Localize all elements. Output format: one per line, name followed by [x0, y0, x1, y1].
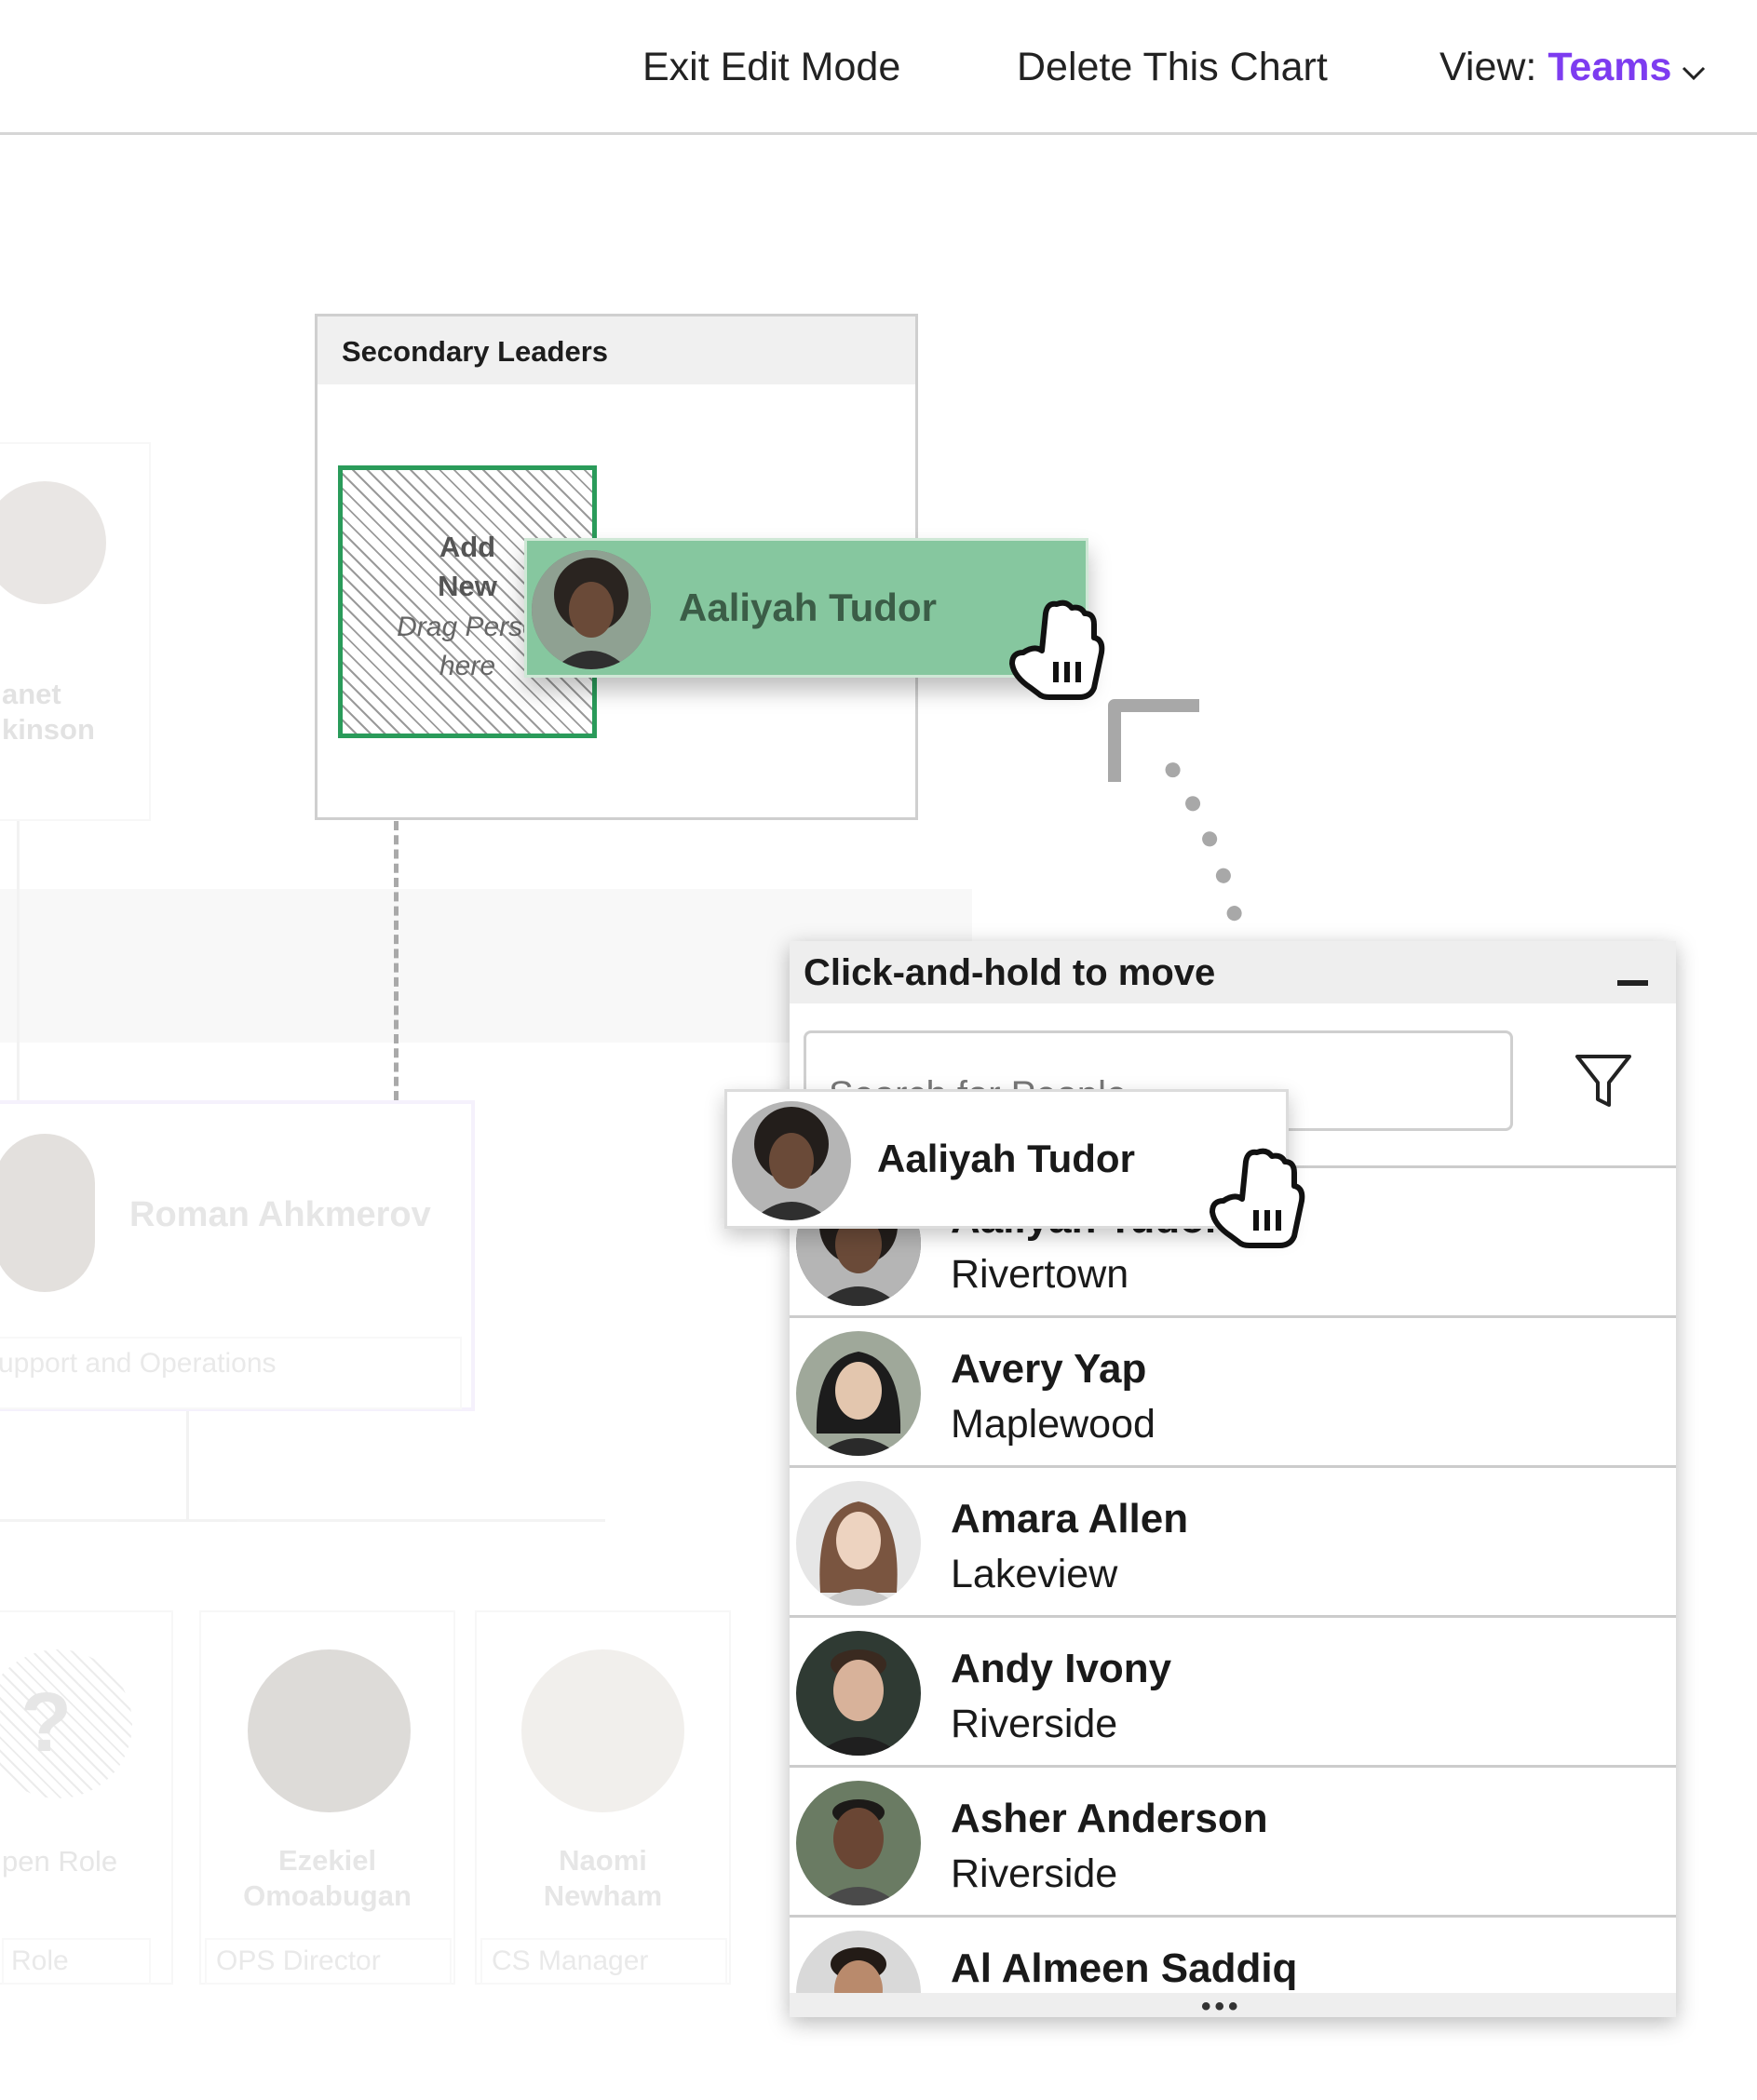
- view-label: View:: [1439, 45, 1548, 89]
- person-name: Ezekiel Omoabugan: [243, 1844, 412, 1912]
- person-card-ezekiel: Ezekiel Omoabugan OPS Director: [199, 1610, 455, 1985]
- grab-hand-cursor-icon: [1205, 1145, 1307, 1254]
- avatar: [0, 1134, 95, 1292]
- person-name: Roman Ahkmerov: [129, 1195, 431, 1234]
- person-name: Andy Ivony: [951, 1646, 1172, 1691]
- person-card-open-role: ? pen Role Role: [0, 1610, 173, 1985]
- list-item[interactable]: Asher Anderson Riverside: [790, 1765, 1676, 1915]
- person-name: Naomi Newham: [543, 1844, 663, 1912]
- avatar: [248, 1649, 411, 1812]
- team-tag: upport and Operations: [0, 1337, 462, 1409]
- chevron-down-icon: [1681, 47, 1707, 92]
- view-dropdown[interactable]: View: Teams: [1439, 45, 1707, 92]
- panel-header: Click-and-hold to move: [790, 941, 1676, 1003]
- person-location: Lakeview: [951, 1552, 1118, 1596]
- filter-icon[interactable]: [1574, 1053, 1633, 1115]
- secondary-leaders-header: Secondary Leaders: [318, 316, 915, 384]
- connector-line: [17, 821, 20, 1100]
- avatar: [732, 1101, 851, 1220]
- more-indicator[interactable]: •••: [1201, 1991, 1242, 2017]
- connector-line: [186, 1411, 189, 1521]
- minimize-button[interactable]: [1617, 980, 1648, 986]
- list-item[interactable]: Avery Yap Maplewood: [790, 1315, 1676, 1465]
- question-mark-icon: ?: [20, 1676, 72, 1770]
- secondary-leaders-title: Secondary Leaders: [342, 335, 609, 368]
- person-card-naomi: Naomi Newham CS Manager: [475, 1610, 731, 1985]
- person-name: Asher Anderson: [951, 1796, 1268, 1841]
- avatar: [796, 1781, 921, 1905]
- connector-line: [0, 1519, 605, 1522]
- avatar: [532, 550, 651, 669]
- person-name: anet kinson: [2, 678, 95, 746]
- person-name: Al Almeen Saddiq: [951, 1945, 1298, 1991]
- person-card-janet: anet kinson: [0, 442, 151, 821]
- person-name: Aaliyah Tudor: [679, 586, 937, 629]
- view-value: Teams: [1548, 45, 1672, 89]
- person-name: pen Role: [2, 1845, 118, 1878]
- person-name: Aaliyah Tudor: [877, 1137, 1135, 1180]
- dashed-connector: [394, 821, 399, 1100]
- person-name: Amara Allen: [951, 1496, 1189, 1541]
- person-location: Rivertown: [951, 1252, 1129, 1297]
- person-location: Riverside: [951, 1851, 1118, 1896]
- role-tag: Role: [2, 1938, 151, 1985]
- avatar: [796, 1331, 921, 1456]
- list-item[interactable]: Amara Allen Lakeview: [790, 1465, 1676, 1615]
- person-card-roman: Roman Ahkmerov upport and Operations: [0, 1100, 475, 1411]
- person-name: Avery Yap: [951, 1346, 1147, 1392]
- role-tag: CS Manager: [480, 1938, 727, 1985]
- avatar: [796, 1481, 921, 1606]
- delete-chart-button[interactable]: Delete This Chart: [1017, 45, 1328, 90]
- avatar: [521, 1649, 684, 1812]
- avatar: [0, 481, 106, 604]
- person-location: Maplewood: [951, 1402, 1156, 1447]
- avatar: [796, 1631, 921, 1756]
- list-item[interactable]: Andy Ivony Riverside: [790, 1615, 1676, 1765]
- grab-hand-cursor-icon: [1005, 597, 1107, 706]
- role-tag: OPS Director: [205, 1938, 452, 1985]
- person-location: Riverside: [951, 1702, 1118, 1746]
- panel-title: Click-and-hold to move: [804, 952, 1216, 993]
